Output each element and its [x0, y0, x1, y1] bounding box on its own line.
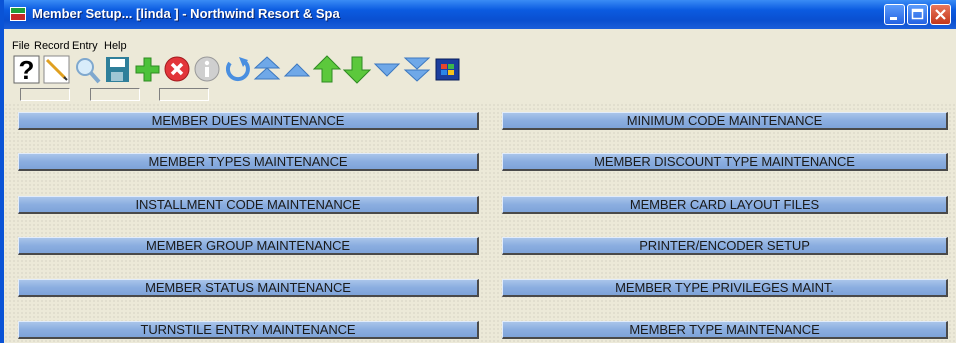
maximize-icon: [911, 8, 924, 20]
member-group-maintenance-button[interactable]: MEMBER GROUP MAINTENANCE: [18, 237, 479, 255]
member-type-maintenance-button[interactable]: MEMBER TYPE MAINTENANCE: [502, 321, 948, 339]
next-record-icon: [373, 63, 401, 77]
member-type-privileges-maint-button[interactable]: MEMBER TYPE PRIVILEGES MAINT.: [502, 279, 948, 297]
toolbar: ?: [13, 54, 493, 88]
save-floppy-icon: [106, 57, 129, 82]
title-bar[interactable]: Member Setup... [linda ] - Northwind Res…: [4, 0, 956, 29]
edit-pencil-icon: [43, 55, 70, 84]
status-field-1: [20, 88, 70, 101]
menu-entry[interactable]: Entry: [72, 40, 98, 52]
turnstile-entry-maintenance-button[interactable]: TURNSTILE ENTRY MAINTENANCE: [18, 321, 479, 339]
app-icon: [10, 7, 26, 21]
printer-encoder-setup-button[interactable]: PRINTER/ENCODER SETUP: [502, 237, 948, 255]
move-down-button[interactable]: [342, 54, 372, 85]
next-record-button[interactable]: [373, 54, 402, 85]
window-title: Member Setup... [linda ] - Northwind Res…: [32, 6, 340, 21]
minimize-icon: [890, 17, 897, 20]
up-icon: [312, 55, 342, 83]
info-icon: [194, 56, 220, 82]
member-discount-type-maintenance-button[interactable]: MEMBER DISCOUNT TYPE MAINTENANCE: [502, 153, 948, 171]
edit-button[interactable]: [43, 54, 72, 85]
installment-code-maintenance-button[interactable]: INSTALLMENT CODE MAINTENANCE: [18, 196, 479, 214]
delete-x-icon: [164, 56, 190, 82]
save-button[interactable]: [103, 54, 132, 85]
svg-text:?: ?: [19, 55, 35, 85]
undo-button[interactable]: [223, 54, 252, 85]
menu-help[interactable]: Help: [104, 40, 127, 52]
minimum-code-maintenance-button[interactable]: MINIMUM CODE MAINTENANCE: [502, 112, 948, 130]
help-icon: ?: [13, 55, 40, 85]
status-fields: [4, 88, 304, 102]
member-card-layout-files-button[interactable]: MEMBER CARD LAYOUT FILES: [502, 196, 948, 214]
minimize-button[interactable]: [884, 4, 905, 25]
undo-icon: [225, 57, 250, 82]
close-icon: [935, 9, 946, 20]
add-plus-icon: [135, 57, 160, 82]
first-record-button[interactable]: [253, 54, 282, 85]
menu-file[interactable]: File: [12, 40, 30, 52]
previous-record-icon: [283, 63, 311, 77]
first-record-icon: [253, 56, 281, 80]
info-button[interactable]: [193, 54, 222, 85]
last-record-icon: [403, 57, 431, 82]
maintenance-panel: MEMBER DUES MAINTENANCE MEMBER TYPES MAI…: [4, 103, 956, 343]
search-button[interactable]: [73, 54, 102, 85]
menu-record[interactable]: Record: [34, 40, 69, 52]
add-button[interactable]: [133, 54, 162, 85]
member-dues-maintenance-button[interactable]: MEMBER DUES MAINTENANCE: [18, 112, 479, 130]
status-field-3: [159, 88, 209, 101]
delete-button[interactable]: [163, 54, 192, 85]
move-up-button[interactable]: [312, 54, 342, 85]
maximize-button[interactable]: [907, 4, 928, 25]
member-types-maintenance-button[interactable]: MEMBER TYPES MAINTENANCE: [18, 153, 479, 171]
down-icon: [342, 56, 372, 84]
help-button[interactable]: ?: [13, 54, 42, 85]
windows-button[interactable]: [433, 54, 462, 85]
search-magnifier-icon: [76, 58, 101, 84]
member-setup-window: Member Setup... [linda ] - Northwind Res…: [0, 0, 956, 343]
last-record-button[interactable]: [403, 54, 432, 85]
member-status-maintenance-button[interactable]: MEMBER STATUS MAINTENANCE: [18, 279, 479, 297]
status-field-2: [90, 88, 140, 101]
close-button[interactable]: [930, 4, 951, 25]
menu-bar: File Record Entry Help: [4, 29, 956, 52]
windows-icon: [435, 58, 460, 81]
previous-record-button[interactable]: [283, 54, 312, 85]
